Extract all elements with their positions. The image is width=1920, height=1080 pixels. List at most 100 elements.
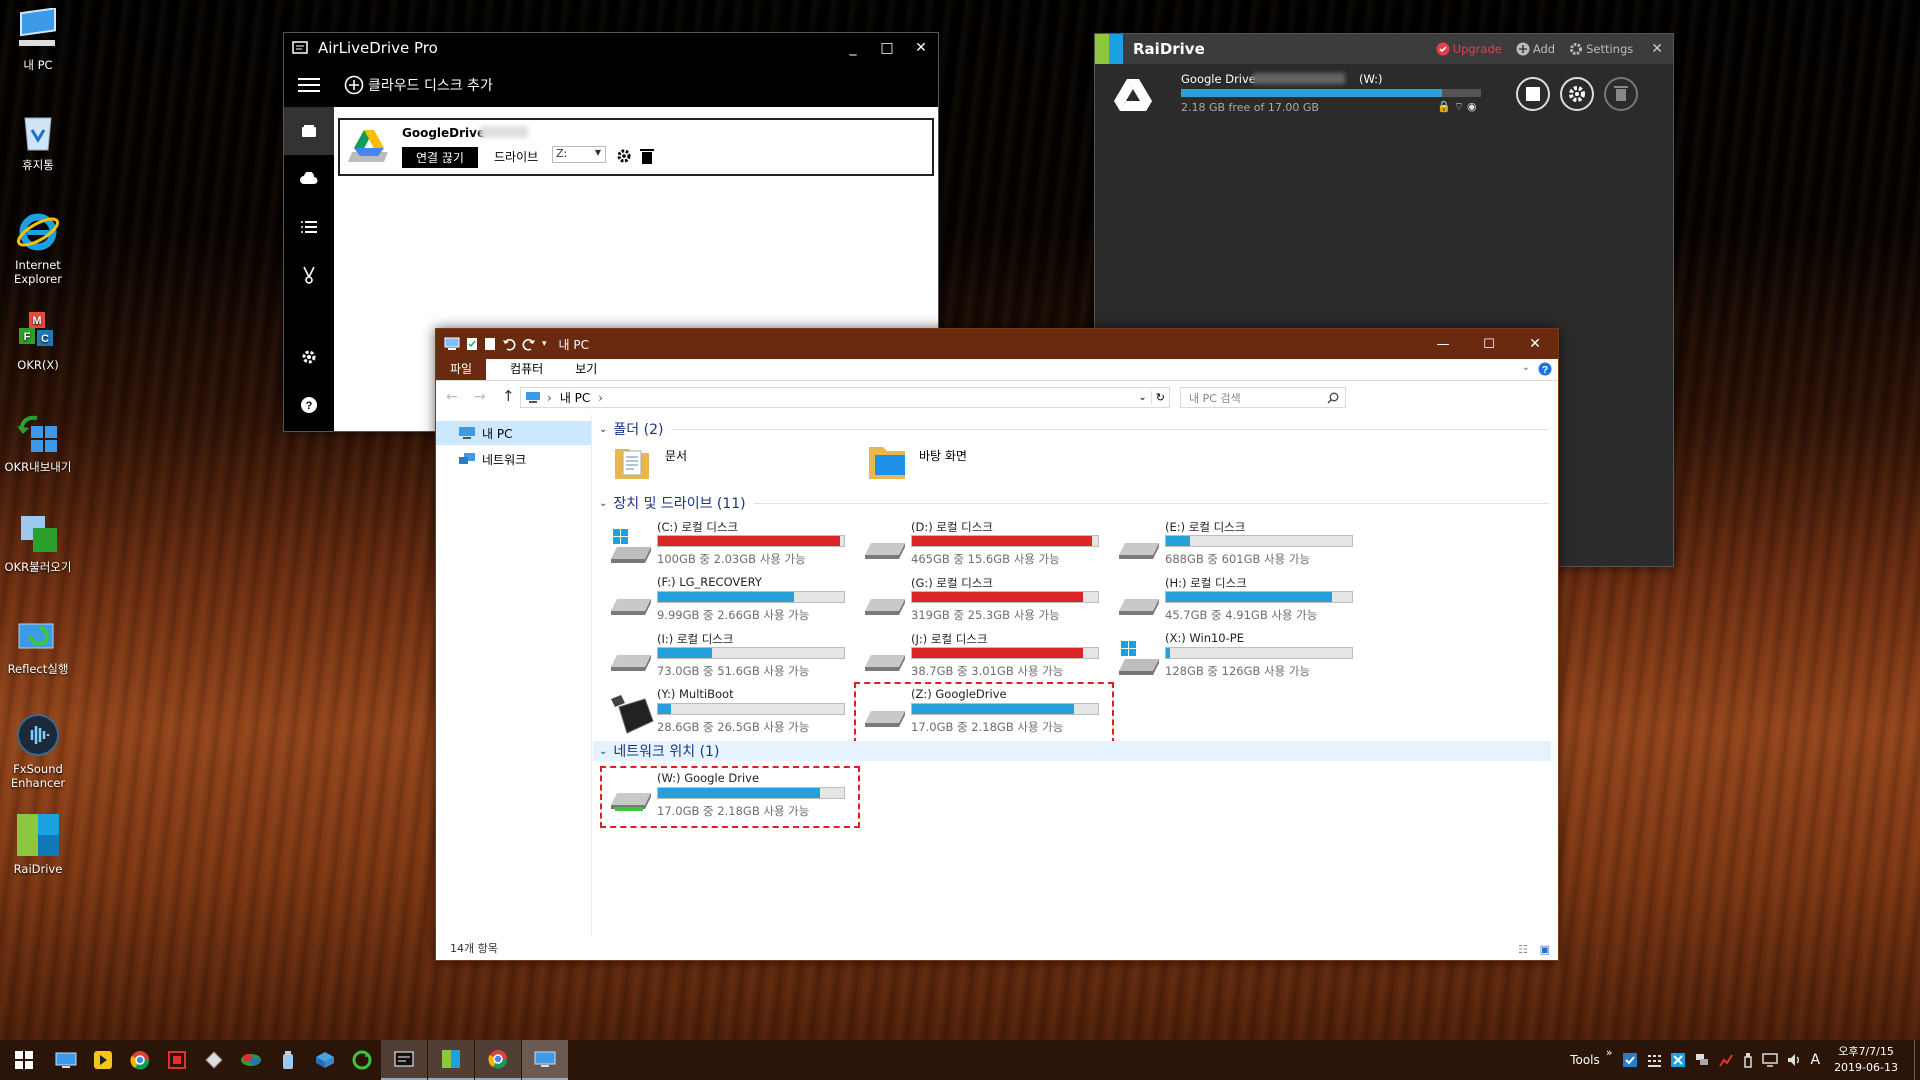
volume-icon[interactable] (1786, 1052, 1802, 1068)
network-group-header[interactable]: ⌄ 네트워크 위치 (1) (593, 741, 1551, 761)
maximize-button[interactable]: □ (870, 40, 904, 56)
add-button[interactable]: Add (1516, 42, 1555, 56)
details-view-icon[interactable]: ☷ (1518, 943, 1528, 956)
taskbar-colorful-app-icon[interactable] (233, 1040, 269, 1080)
taskbar-diamond-icon[interactable] (196, 1040, 232, 1080)
desktop-icon[interactable]: 휴지통 (0, 108, 76, 172)
taskbar-bottle-icon[interactable] (270, 1040, 306, 1080)
large-icons-view-icon[interactable]: ▣ (1540, 943, 1550, 956)
taskbar-chrome-icon[interactable] (122, 1040, 158, 1080)
properties-icon[interactable] (466, 337, 478, 351)
tray-chart-icon[interactable] (1718, 1052, 1734, 1068)
taskbar-airlivedrive-icon[interactable] (381, 1040, 427, 1080)
tab-view[interactable]: 보기 (561, 357, 611, 380)
add-cloud-disk-button[interactable]: 클라우드 디스크 추가 (344, 75, 493, 95)
drives-nav-icon[interactable] (284, 107, 334, 155)
nav-item-this-pc[interactable]: 내 PC (436, 421, 591, 445)
forward-arrow-icon[interactable]: → (474, 389, 486, 405)
tools-toolbar-label[interactable]: Tools (1570, 1053, 1600, 1067)
hamburger-menu-icon[interactable] (284, 77, 334, 93)
desktop-icon[interactable]: OKR내보내기 (0, 410, 76, 474)
explorer-titlebar[interactable]: ▾ 내 PC — ☐ ✕ (436, 329, 1558, 359)
help-icon[interactable]: ? (1538, 362, 1552, 376)
desktop-icon[interactable]: M F C OKR(X) (0, 308, 76, 372)
taskbar-potplayer-icon[interactable] (85, 1040, 121, 1080)
desktop-icon[interactable]: 내 PC (0, 7, 76, 72)
start-button[interactable] (1, 1040, 47, 1080)
taskbar-app-red-icon[interactable] (159, 1040, 195, 1080)
search-box[interactable]: 내 PC 검색 (1180, 387, 1346, 408)
customize-toolbar-icon[interactable]: ▾ (542, 339, 547, 349)
drive-item[interactable]: (Z:) GoogleDrive 17.0GB 중 2.18GB 사용 가능 (854, 682, 1114, 744)
drive-item[interactable]: (D:) 로컬 디스크 465GB 중 15.6GB 사용 가능 (859, 519, 1109, 571)
taskbar-sync-icon[interactable] (344, 1040, 380, 1080)
close-button[interactable]: ✕ (904, 40, 938, 56)
drive-item[interactable]: (J:) 로컬 디스크 38.7GB 중 3.01GB 사용 가능 (859, 631, 1109, 683)
delete-trash-icon[interactable] (640, 148, 654, 164)
drive-item[interactable]: (H:) 로컬 디스크 45.7GB 중 4.91GB 사용 가능 (1113, 575, 1363, 627)
nav-item-network[interactable]: 네트워크 (436, 445, 591, 473)
help-icon[interactable]: ? (284, 381, 334, 429)
taskbar-explorer-window-icon[interactable] (522, 1040, 568, 1080)
undo-icon[interactable] (502, 337, 516, 351)
folder-desktop[interactable]: 바탕 화면 (867, 441, 1107, 487)
scissors-icon[interactable] (284, 251, 334, 299)
drive-item[interactable]: (E:) 로컬 디스크 688GB 중 601GB 사용 가능 (1113, 519, 1363, 571)
ime-indicator[interactable]: A (1810, 1052, 1820, 1068)
address-bar[interactable]: › 내 PC › ⌄ ↻ (520, 387, 1170, 408)
delete-drive-button[interactable] (1603, 76, 1639, 112)
cloud-upload-icon[interactable] (284, 155, 334, 203)
minimize-button[interactable]: — (1420, 337, 1466, 352)
minimize-button[interactable]: _ (836, 40, 870, 56)
up-arrow-icon[interactable]: ↑ (502, 387, 515, 405)
close-button[interactable]: ✕ (1512, 336, 1558, 352)
drive-settings-gear-icon[interactable] (616, 148, 632, 164)
tray-network-icon[interactable] (1670, 1052, 1686, 1068)
raidrive-drive-entry[interactable]: Google Drive (W:) 2.18 GB free of 17.00 … (1095, 64, 1673, 124)
tray-check-icon[interactable] (1622, 1052, 1638, 1068)
settings-button[interactable]: Settings (1569, 42, 1633, 56)
refresh-icon[interactable]: ↻ (1150, 391, 1169, 404)
redo-icon[interactable] (522, 337, 536, 351)
desktop-icon[interactable]: Internet Explorer (0, 208, 76, 286)
upgrade-button[interactable]: Upgrade (1436, 42, 1502, 56)
folder-documents[interactable]: 문서 (613, 441, 853, 487)
disconnect-button[interactable]: 연결 끊기 (402, 147, 478, 168)
drive-item[interactable]: (G:) 로컬 디스크 319GB 중 25.3GB 사용 가능 (859, 575, 1109, 627)
stop-button[interactable] (1515, 76, 1551, 112)
list-icon[interactable] (284, 203, 334, 251)
drive-item[interactable]: (W:) Google Drive 17.0GB 중 2.18GB 사용 가능 (600, 766, 860, 828)
drive-item[interactable]: (I:) 로컬 디스크 73.0GB 중 51.6GB 사용 가능 (605, 631, 855, 683)
settings-gear-icon[interactable] (284, 333, 334, 381)
desktop-icon[interactable]: RaiDrive (0, 812, 76, 876)
search-input[interactable]: 내 PC 검색 (1189, 390, 1327, 406)
airlivedrive-titlebar[interactable]: AirLiveDrive Pro _ □ ✕ (284, 33, 938, 63)
tray-monitor-icon[interactable] (1694, 1052, 1710, 1068)
folders-group-header[interactable]: ⌄ 폴더 (2) (599, 419, 1549, 439)
desktop-icon[interactable]: Reflect실행 (0, 612, 76, 676)
tab-computer[interactable]: 컴퓨터 (496, 357, 557, 380)
breadcrumb[interactable]: 내 PC (560, 389, 590, 406)
raidrive-titlebar[interactable]: RaiDrive Upgrade Add Settings ✕ (1095, 34, 1673, 64)
drives-group-header[interactable]: ⌄ 장치 및 드라이브 (11) (599, 493, 1549, 513)
tray-grid-icon[interactable] (1646, 1052, 1662, 1068)
desktop-icon[interactable]: OKR불러오기 (0, 510, 76, 574)
back-arrow-icon[interactable]: ← (446, 389, 458, 405)
clock[interactable]: 오후7/7/15 2019-06-13 (1834, 1044, 1898, 1076)
taskbar-explorer-pc-icon[interactable] (48, 1040, 84, 1080)
expand-ribbon-icon[interactable]: ⌄ (1522, 362, 1530, 373)
tab-file[interactable]: 파일 (436, 357, 487, 380)
close-button[interactable]: ✕ (1651, 41, 1663, 57)
drive-item[interactable]: (Y:) MultiBoot 28.6GB 중 26.5GB 사용 가능 (605, 687, 855, 739)
drive-item[interactable]: (X:) Win10-PE 128GB 중 126GB 사용 가능 (1113, 631, 1363, 683)
drive-item[interactable]: (F:) LG_RECOVERY 9.99GB 중 2.66GB 사용 가능 (605, 575, 855, 627)
drive-item[interactable]: (C:) 로컬 디스크 100GB 중 2.03GB 사용 가능 (605, 519, 855, 571)
taskbar-raidrive-icon[interactable] (428, 1040, 474, 1080)
drive-settings-button[interactable] (1559, 76, 1595, 112)
address-dropdown-icon[interactable]: ⌄ (1138, 392, 1146, 403)
maximize-button[interactable]: ☐ (1466, 337, 1512, 352)
tray-usb-icon[interactable] (1742, 1052, 1754, 1068)
taskbar-chrome-window-icon[interactable] (475, 1040, 521, 1080)
show-desktop-button[interactable] (1914, 1040, 1920, 1080)
taskbar-network-app-icon[interactable] (307, 1040, 343, 1080)
